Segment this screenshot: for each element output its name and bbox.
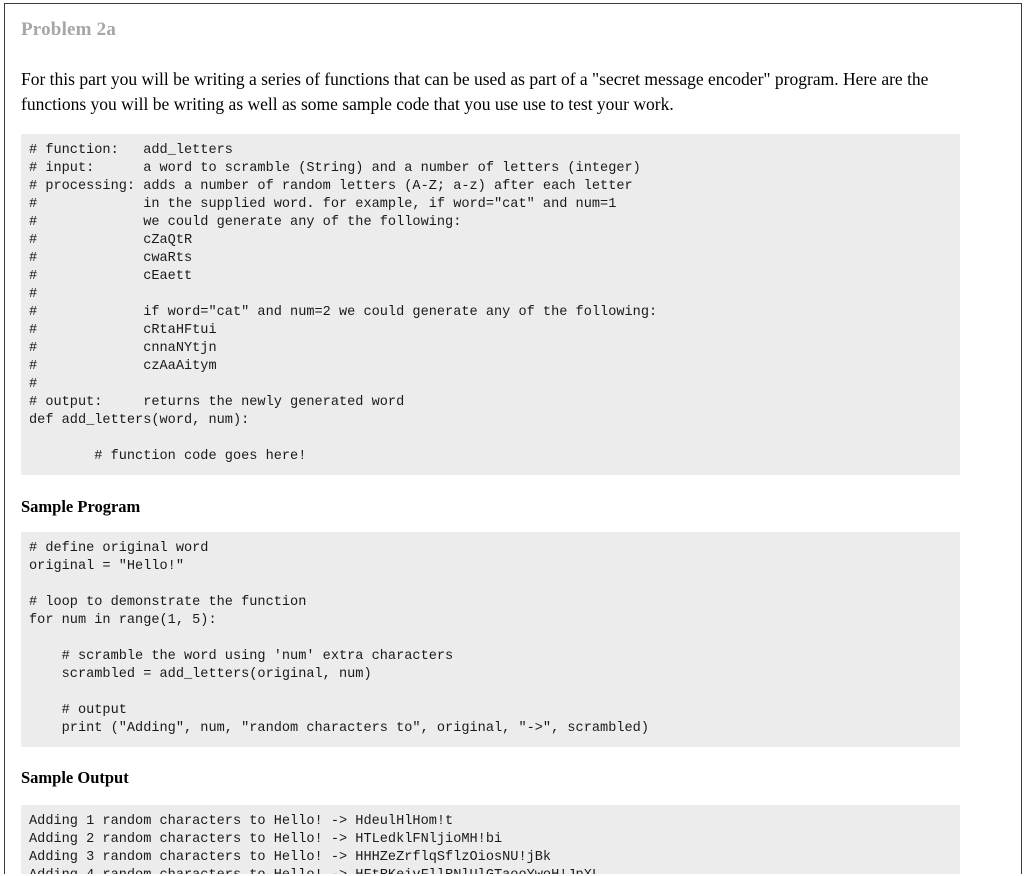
sample-program-heading: Sample Program — [21, 497, 141, 516]
sample-program-code-block: # define original word original = "Hello… — [21, 532, 960, 747]
problem-page: Problem 2a For this part you will be wri… — [4, 3, 1022, 874]
sample-output-code-block: Adding 1 random characters to Hello! -> … — [21, 805, 960, 874]
function-spec-code-block: # function: add_letters # input: a word … — [21, 134, 960, 475]
sample-output-heading: Sample Output — [21, 768, 129, 787]
page-title: Problem 2a — [21, 19, 117, 40]
page-content: Problem 2a For this part you will be wri… — [5, 19, 1021, 874]
problem-description: For this part you will be writing a seri… — [21, 69, 929, 114]
